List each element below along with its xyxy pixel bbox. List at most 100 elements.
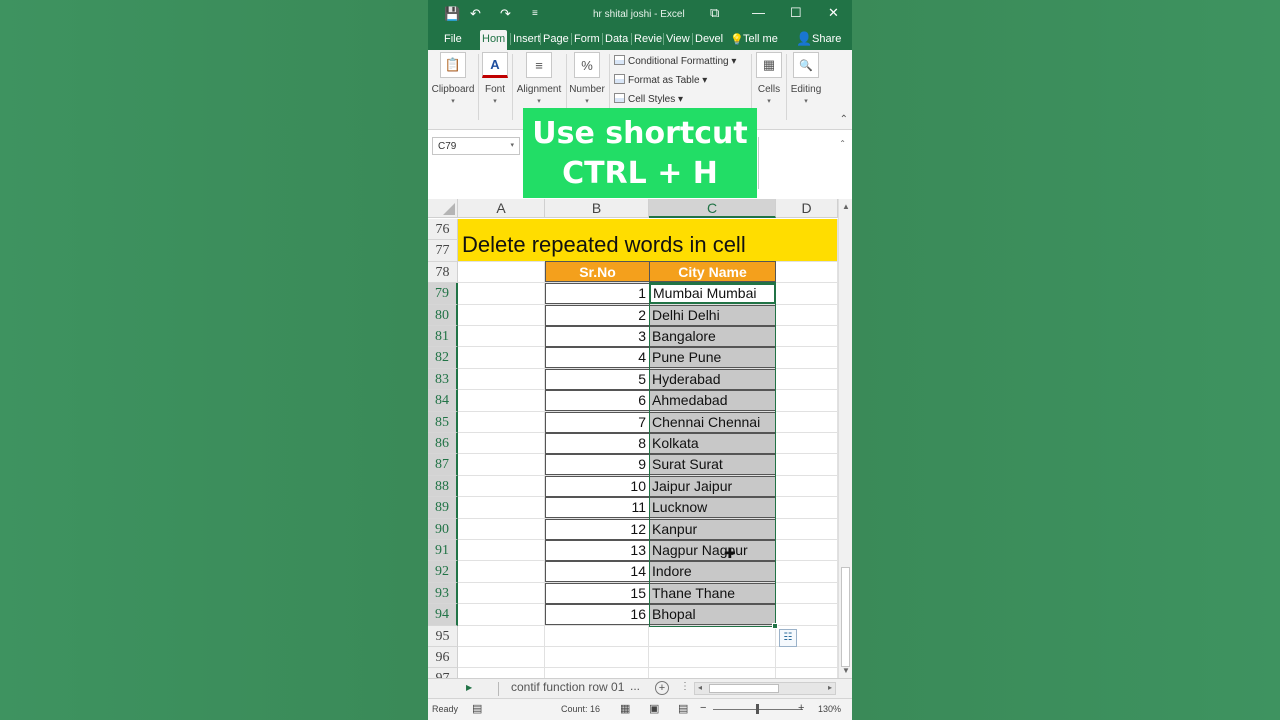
- tab-review[interactable]: Revie: [634, 33, 662, 45]
- city-name-cell[interactable]: Hyderabad: [649, 368, 776, 390]
- sr-no-cell[interactable]: 11: [545, 497, 650, 519]
- redo-icon[interactable]: ↷: [500, 6, 511, 22]
- grid-cell[interactable]: [458, 561, 545, 583]
- page-break-icon[interactable]: ▤: [678, 702, 688, 715]
- grid-cell[interactable]: [776, 454, 838, 476]
- sr-no-cell[interactable]: 10: [545, 475, 650, 497]
- grid-cell[interactable]: [776, 347, 838, 369]
- header-city-name[interactable]: City Name: [649, 261, 776, 282]
- grid-cell[interactable]: [458, 347, 545, 369]
- sheet-title-cell[interactable]: Delete repeated words in cell: [458, 219, 837, 261]
- row-header[interactable]: 83: [428, 368, 458, 391]
- save-icon[interactable]: 💾: [444, 6, 460, 22]
- cells-group[interactable]: ▦ Cells ▾: [754, 52, 784, 105]
- grid-cell[interactable]: [545, 647, 649, 669]
- city-name-cell[interactable]: Jaipur Jaipur: [649, 475, 776, 497]
- scroll-up-icon[interactable]: ▲: [842, 202, 850, 211]
- split-handle-icon[interactable]: ⋮: [680, 681, 690, 692]
- grid-cell[interactable]: [458, 475, 545, 498]
- column-header-c[interactable]: C: [649, 199, 776, 218]
- format-as-table-button[interactable]: Format as Table ▾: [614, 74, 707, 86]
- scroll-thumb[interactable]: [841, 567, 850, 667]
- grid-cell[interactable]: [458, 304, 545, 326]
- tab-view[interactable]: View: [666, 33, 690, 45]
- select-all-button[interactable]: [428, 199, 458, 218]
- city-name-cell[interactable]: Kanpur: [649, 518, 776, 540]
- city-name-cell[interactable]: Surat Surat: [649, 454, 776, 476]
- clipboard-group[interactable]: 📋 Clipboard ▾: [430, 52, 476, 105]
- grid-cell[interactable]: [458, 261, 545, 284]
- city-name-cell[interactable]: Kolkata: [649, 433, 776, 454]
- chevron-down-icon[interactable]: ▾: [510, 141, 514, 149]
- undo-icon[interactable]: ↶: [470, 6, 481, 22]
- row-header[interactable]: 80: [428, 304, 458, 326]
- grid-cell[interactable]: [776, 604, 838, 626]
- macro-record-icon[interactable]: ▤: [472, 702, 482, 715]
- row-header[interactable]: 95: [428, 625, 458, 647]
- tell-me-box[interactable]: Tell me: [743, 33, 778, 45]
- city-name-cell[interactable]: Lucknow: [649, 497, 776, 519]
- grid-cell[interactable]: [776, 475, 838, 498]
- number-group[interactable]: % Number ▾: [568, 52, 606, 105]
- collapse-ribbon-icon[interactable]: ⌃: [840, 114, 848, 125]
- city-name-cell[interactable]: Thane Thane: [649, 582, 776, 604]
- share-button[interactable]: Share: [812, 33, 841, 45]
- grid-cell[interactable]: [458, 326, 545, 348]
- grid-cell[interactable]: [545, 625, 649, 647]
- grid-cell[interactable]: [776, 561, 838, 583]
- sr-no-cell[interactable]: 13: [545, 540, 650, 561]
- horizontal-scroll-thumb[interactable]: [709, 684, 779, 693]
- grid-cell[interactable]: [458, 433, 545, 455]
- conditional-formatting-button[interactable]: Conditional Formatting ▾: [614, 55, 736, 67]
- formula-input[interactable]: ⌃: [758, 137, 850, 189]
- font-group[interactable]: A Font ▾: [481, 52, 509, 105]
- share-icon[interactable]: 👤: [796, 31, 812, 47]
- row-header[interactable]: 81: [428, 326, 458, 348]
- scroll-right-icon[interactable]: ▸: [828, 683, 832, 692]
- grid-cell[interactable]: [458, 368, 545, 391]
- zoom-in-icon[interactable]: +: [798, 702, 804, 714]
- row-header[interactable]: 82: [428, 347, 458, 369]
- cell-styles-button[interactable]: Cell Styles ▾: [614, 93, 683, 105]
- city-name-cell[interactable]: Delhi Delhi: [649, 304, 776, 326]
- sr-no-cell[interactable]: 12: [545, 518, 650, 540]
- row-header[interactable]: 87: [428, 454, 458, 476]
- zoom-slider-knob[interactable]: [756, 704, 759, 714]
- grid-cell[interactable]: [776, 368, 838, 391]
- grid-cell[interactable]: [776, 582, 838, 605]
- scroll-down-icon[interactable]: ▼: [842, 666, 850, 675]
- grid-cell[interactable]: [649, 647, 776, 669]
- tab-formulas[interactable]: Form: [574, 33, 600, 45]
- grid-cell[interactable]: [458, 647, 545, 669]
- city-name-cell[interactable]: Ahmedabad: [649, 390, 776, 412]
- tab-insert[interactable]: Insert: [513, 33, 541, 45]
- zoom-level[interactable]: 130%: [818, 704, 841, 714]
- grid-cell[interactable]: [776, 390, 838, 412]
- sr-no-cell[interactable]: 1: [545, 283, 650, 305]
- row-header[interactable]: 93: [428, 582, 458, 605]
- header-sr-no[interactable]: Sr.No: [545, 261, 650, 282]
- close-icon[interactable]: ✕: [828, 5, 839, 21]
- row-header[interactable]: 77: [428, 240, 458, 262]
- column-header-d[interactable]: D: [776, 199, 838, 218]
- page-layout-icon[interactable]: ▣: [649, 702, 659, 715]
- maximize-icon[interactable]: ☐: [790, 5, 802, 21]
- grid-cell[interactable]: [458, 625, 545, 647]
- sr-no-cell[interactable]: 5: [545, 368, 650, 390]
- quick-analysis-icon[interactable]: ☷: [779, 629, 797, 647]
- grid-cell[interactable]: [776, 283, 838, 305]
- grid-cell[interactable]: [776, 433, 838, 455]
- row-header[interactable]: 94: [428, 604, 458, 626]
- row-header[interactable]: 91: [428, 540, 458, 562]
- grid-cell[interactable]: [776, 497, 838, 519]
- add-sheet-icon[interactable]: +: [655, 681, 669, 695]
- fill-handle[interactable]: [772, 623, 778, 629]
- grid-cell[interactable]: [458, 390, 545, 412]
- ribbon-display-icon[interactable]: ⧉: [710, 5, 719, 21]
- customize-toolbar-icon[interactable]: ≡: [532, 8, 538, 19]
- row-header[interactable]: 85: [428, 411, 458, 433]
- row-header[interactable]: 79: [428, 283, 458, 305]
- grid-cell[interactable]: [776, 261, 838, 284]
- row-header[interactable]: 90: [428, 518, 458, 540]
- row-header[interactable]: 89: [428, 497, 458, 519]
